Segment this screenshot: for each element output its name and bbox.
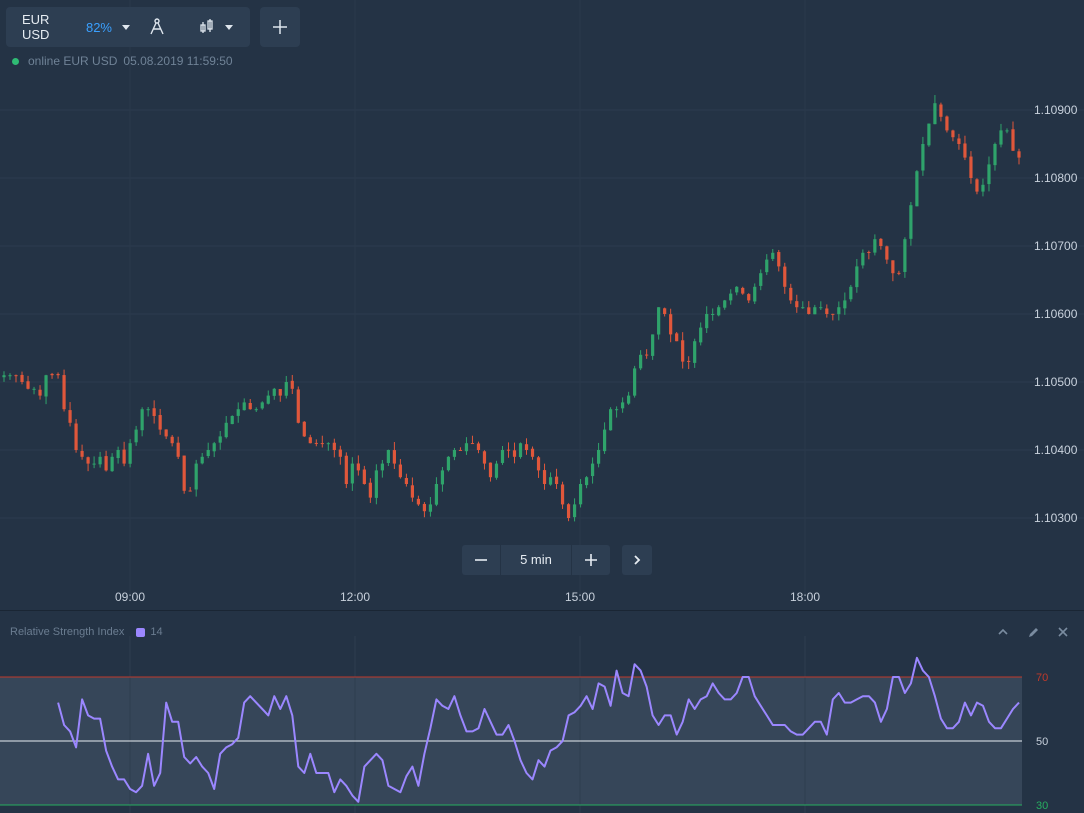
payout-percent: 82% xyxy=(85,19,112,35)
close-icon xyxy=(1058,627,1068,637)
add-chart-button[interactable] xyxy=(260,7,300,47)
status-asset: EUR USD xyxy=(63,54,118,68)
rsi-level-label: 50 xyxy=(1036,736,1048,748)
chevron-down-icon xyxy=(122,24,130,30)
scroll-to-latest-button[interactable] xyxy=(622,545,652,575)
rsi-chart: 70 50 30 xyxy=(0,636,1048,813)
chevron-down-icon xyxy=(225,24,233,30)
chart-type-button[interactable] xyxy=(196,7,236,47)
rsi-color-swatch xyxy=(136,627,146,637)
rsi-level-label: 30 xyxy=(1036,800,1048,812)
chevron-up-icon xyxy=(998,628,1008,635)
rsi-level-label: 70 xyxy=(1036,672,1048,684)
panel-divider xyxy=(0,610,1084,611)
candlestick-icon xyxy=(200,19,213,33)
plus-icon xyxy=(273,20,287,34)
edit-indicator-button[interactable] xyxy=(1025,624,1041,640)
chevron-right-icon xyxy=(634,555,641,565)
status-state: online xyxy=(28,54,61,68)
chart-toolbar: EUR USD 82% xyxy=(6,7,250,47)
indicator-name: Relative Strength Index xyxy=(10,626,125,638)
timeframe-label: 5 min xyxy=(500,545,572,575)
status-timestamp: 05.08.2019 11:59:50 xyxy=(123,54,233,68)
zoom-out-button[interactable] xyxy=(462,545,500,575)
connection-status: online EUR USD 05.08.2019 11:59:50 xyxy=(12,54,233,68)
pencil-icon xyxy=(1028,627,1038,637)
rsi-header: Relative Strength Index 14 xyxy=(10,626,163,638)
plus-icon xyxy=(585,554,597,566)
asset-name: EUR USD xyxy=(22,12,50,42)
online-indicator xyxy=(12,57,19,65)
collapse-indicator-button[interactable] xyxy=(995,624,1011,640)
drawing-tools-button[interactable] xyxy=(145,7,169,47)
minus-icon xyxy=(475,559,487,561)
zoom-in-button[interactable] xyxy=(572,545,610,575)
asset-selector[interactable]: EUR USD 82% xyxy=(6,7,130,47)
indicator-period: 14 xyxy=(150,626,163,638)
close-indicator-button[interactable] xyxy=(1055,624,1071,640)
compass-icon xyxy=(150,18,164,35)
timeframe-control: 5 min xyxy=(462,545,610,575)
